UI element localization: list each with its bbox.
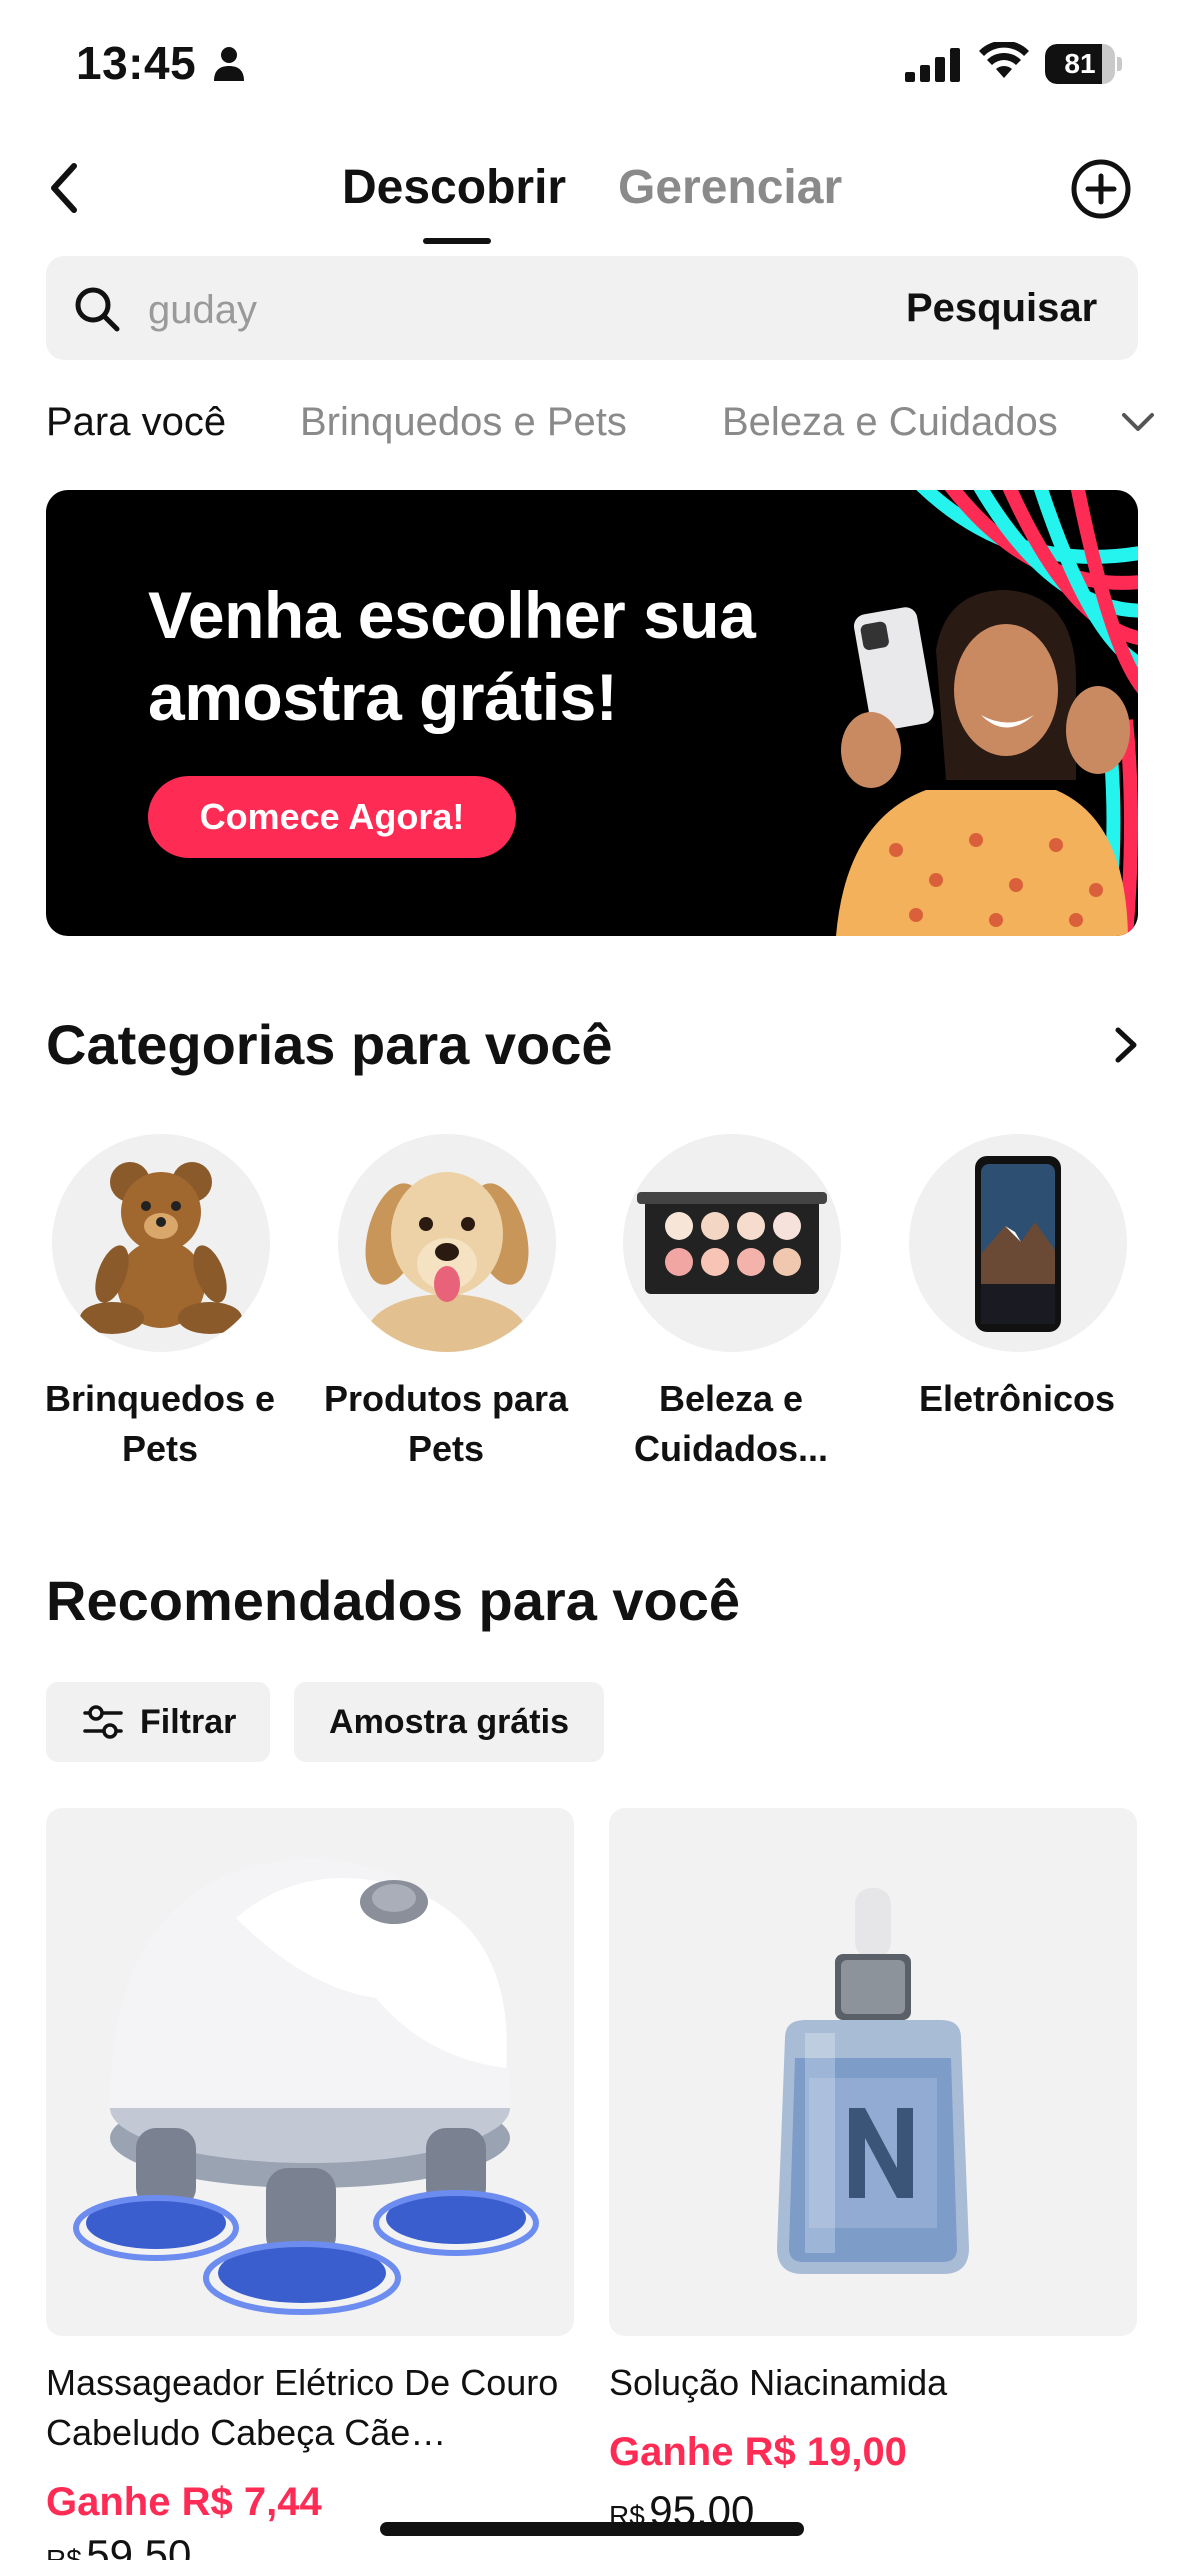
category-label: Produtos para Pets bbox=[323, 1378, 569, 1469]
status-bar: 13:45 81 bbox=[0, 0, 1183, 130]
add-circle-icon[interactable] bbox=[1070, 158, 1132, 220]
cellular-signal-icon bbox=[905, 48, 960, 82]
tab-discover[interactable]: Descobrir bbox=[342, 158, 566, 218]
recommended-section-title: Recomendados para você bbox=[46, 1569, 741, 1632]
free-sample-filter-chip[interactable]: Amostra grátis bbox=[294, 1682, 604, 1762]
product-title: Solução Niacinamida bbox=[609, 2362, 948, 2403]
battery-level-text: 81 bbox=[1064, 48, 1096, 79]
smartphone-image bbox=[909, 1134, 1127, 1352]
product-earn-amount: Ganhe R$ 19,00 bbox=[609, 2430, 907, 2474]
product-price: R$ 59,50 bbox=[46, 2530, 191, 2560]
tab-manage[interactable]: Gerenciar bbox=[618, 158, 842, 218]
chevron-down-icon[interactable] bbox=[1118, 402, 1158, 442]
category-tab-for-you[interactable]: Para você bbox=[46, 394, 226, 450]
category-label: Brinquedos e Pets bbox=[44, 1378, 276, 1469]
categories-section-title: Categorias para você bbox=[46, 1013, 613, 1076]
dog-image bbox=[338, 1134, 556, 1352]
banner-cta-button[interactable]: Comece Agora! bbox=[148, 776, 516, 858]
person-icon bbox=[214, 47, 244, 81]
product-earn-amount: Ganhe R$ 7,44 bbox=[46, 2480, 322, 2524]
scalp-massager-image bbox=[46, 1808, 574, 2336]
makeup-palette-image bbox=[623, 1134, 841, 1352]
category-label: Beleza e Cuidados... bbox=[633, 1378, 828, 1469]
chevron-right-icon[interactable] bbox=[1106, 1022, 1146, 1068]
search-button[interactable]: Pesquisar bbox=[906, 280, 1097, 336]
back-arrow-icon[interactable] bbox=[40, 158, 90, 218]
category-tab-beauty[interactable]: Beleza e Cuidados bbox=[722, 394, 1058, 450]
filter-label: Filtrar bbox=[140, 1703, 237, 1741]
status-time: 13:45 bbox=[76, 37, 197, 89]
battery-indicator: 81 bbox=[1045, 44, 1122, 84]
price-currency: R$ bbox=[46, 2544, 82, 2560]
product-title: Massageador Elétrico De Couro Cabeludo C… bbox=[46, 2362, 559, 2453]
search-icon bbox=[75, 287, 120, 332]
teddy-bear-image bbox=[52, 1134, 270, 1352]
category-label: Eletrônicos bbox=[918, 1378, 1116, 1419]
serum-bottle-image bbox=[609, 1808, 1137, 2336]
category-tab-toys-pets[interactable]: Brinquedos e Pets bbox=[300, 394, 627, 450]
price-amount: 59,50 bbox=[86, 2531, 192, 2560]
product-price: R$ 95,00 bbox=[609, 2486, 754, 2546]
home-indicator[interactable] bbox=[380, 2522, 804, 2536]
search-input[interactable] bbox=[148, 282, 748, 338]
filter-sliders-icon bbox=[83, 1705, 123, 1739]
promo-banner[interactable]: Venha escolher sua amostra grátis! Comec… bbox=[46, 490, 1138, 936]
active-tab-indicator bbox=[423, 238, 491, 244]
banner-headline: Venha escolher sua amostra grátis! bbox=[148, 578, 756, 734]
banner-woman-selfie-image bbox=[836, 490, 1138, 936]
wifi-icon bbox=[979, 42, 1029, 78]
filter-button[interactable]: Filtrar bbox=[46, 1682, 270, 1762]
